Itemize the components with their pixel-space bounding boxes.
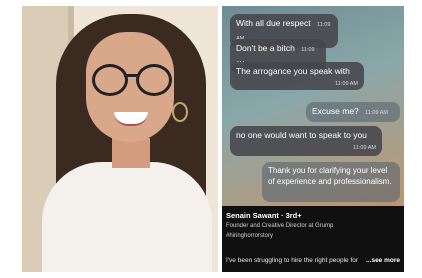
linkedin-post-header: Senain Sawant · 3rd+ Founder and Creativ… xyxy=(222,206,404,272)
neck xyxy=(112,138,150,168)
chat-message: Thank you for clarifying your level of e… xyxy=(262,162,400,202)
profile-name[interactable]: Senain Sawant · 3rd+ xyxy=(226,211,302,220)
portrait-photo xyxy=(22,6,218,272)
message-time: 11:09 AM xyxy=(365,110,388,116)
hashtag-link[interactable]: #hiringhorrorstory xyxy=(226,233,273,239)
message-text: Excuse me? xyxy=(312,106,359,116)
message-text: Thank you for clarifying your level of e… xyxy=(268,166,392,186)
profile-role: Founder and Creative Director at Grump xyxy=(226,223,334,229)
shirt xyxy=(42,162,212,272)
chat-message: no one would want to speak to you 11:09 … xyxy=(230,126,382,156)
message-text: Don't be a bitch xyxy=(236,43,295,53)
message-text: With all due respect xyxy=(236,18,311,28)
chat-message: Excuse me? 11:09 AM xyxy=(306,102,400,122)
message-time: 11:09 AM xyxy=(353,145,376,151)
earring xyxy=(172,102,188,122)
see-more-link[interactable]: ...see more xyxy=(366,257,400,264)
chat-message: The arrogance you speak with 11:09 AM xyxy=(230,62,364,90)
message-text: no one would want to speak to you xyxy=(236,130,367,140)
glasses-icon xyxy=(92,64,172,96)
message-time: 11:09 AM xyxy=(335,81,358,87)
message-text: The arrogance you speak with xyxy=(236,66,350,76)
post-preview: I've been struggling to hire the right p… xyxy=(226,257,359,264)
